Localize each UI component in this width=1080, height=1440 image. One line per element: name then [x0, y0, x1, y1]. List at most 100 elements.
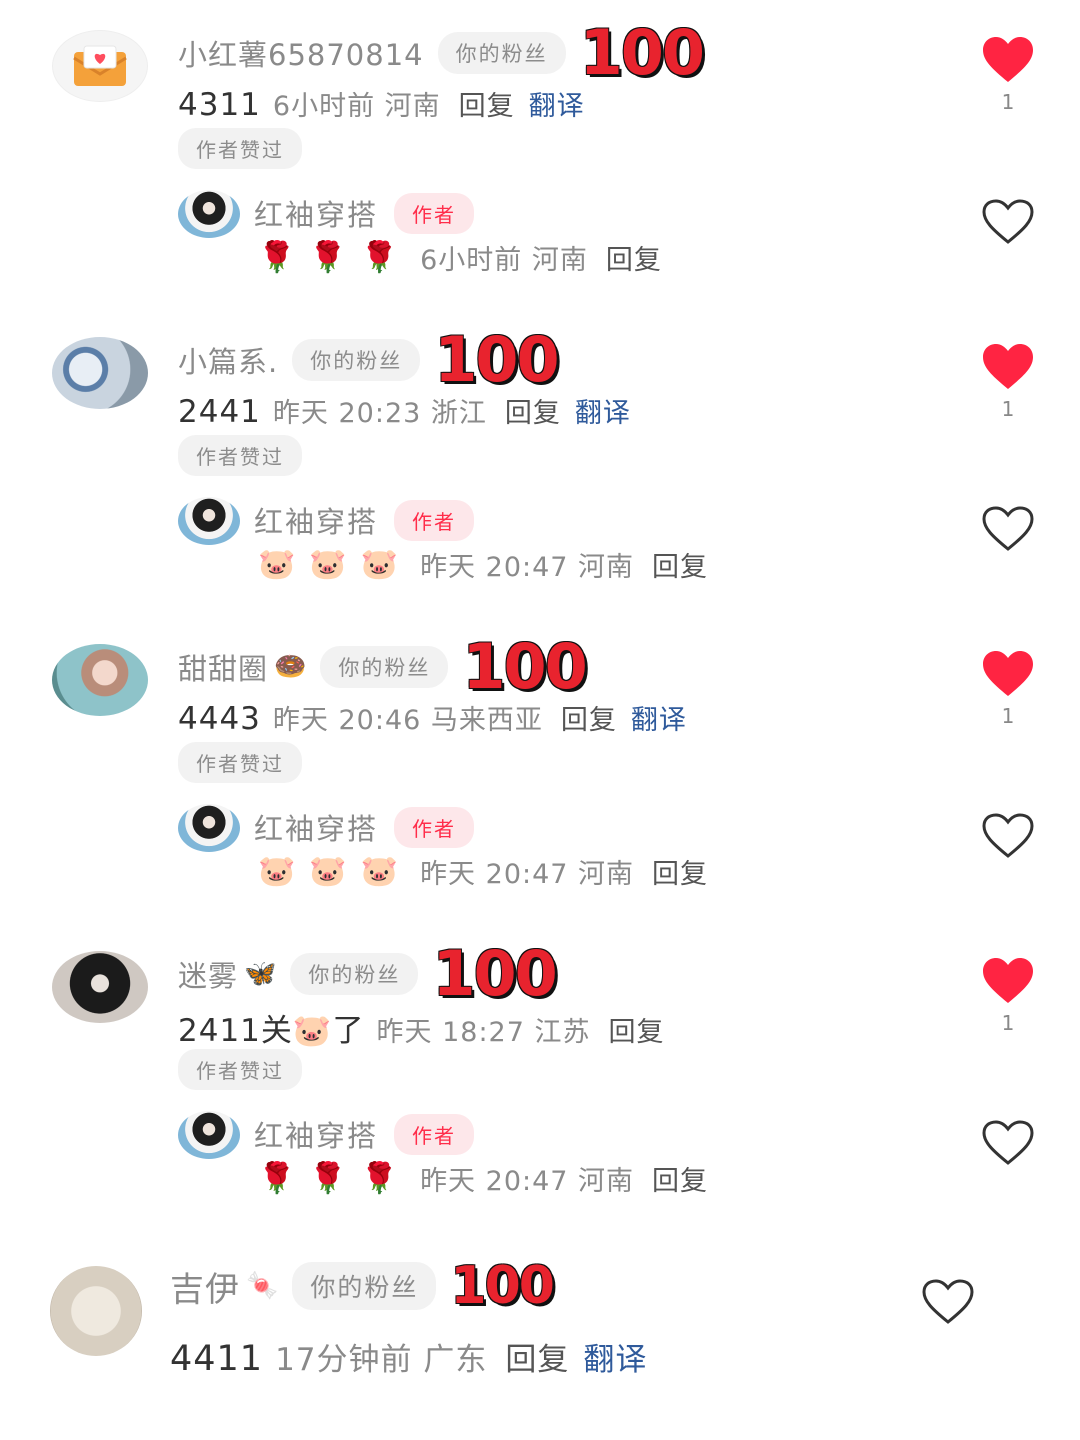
like-control[interactable]: 1: [978, 36, 1038, 114]
heart-filled-icon[interactable]: [981, 343, 1035, 391]
heart-outline-icon[interactable]: [981, 505, 1035, 553]
author-badge: 作者: [394, 806, 475, 848]
translate-button[interactable]: 翻译: [583, 1334, 647, 1379]
donut-icon: 🍩: [274, 652, 307, 682]
fan-badge: 你的粉丝: [437, 32, 566, 74]
username[interactable]: 甜甜圈: [178, 646, 268, 688]
reply-button[interactable]: 回复: [652, 852, 708, 891]
like-count: 1: [1001, 704, 1015, 728]
like-control[interactable]: [978, 812, 1038, 860]
reply-button[interactable]: 回复: [459, 84, 515, 123]
avatar[interactable]: [52, 337, 148, 409]
reply-text: 🌹🌹🌹: [258, 1161, 413, 1196]
score-overlay: 100: [432, 937, 557, 1010]
heart-outline-icon[interactable]: [921, 1278, 975, 1326]
reply-username[interactable]: 红袖穿搭: [254, 499, 378, 541]
username[interactable]: 吉伊: [170, 1262, 240, 1311]
heart-outline-icon[interactable]: [981, 812, 1035, 860]
reply-username[interactable]: 红袖穿搭: [254, 192, 378, 234]
reply-button[interactable]: 回复: [505, 391, 561, 430]
like-control[interactable]: 1: [978, 650, 1038, 728]
username[interactable]: 小篇系.: [178, 339, 278, 381]
avatar[interactable]: [52, 951, 148, 1023]
like-count: 1: [1001, 397, 1015, 421]
score-overlay: 100: [434, 323, 559, 396]
author-badge: 作者: [394, 499, 475, 541]
comment-header: 甜甜圈 🍩 你的粉丝 100: [178, 636, 588, 698]
comment-header: 小篇系. 你的粉丝 100: [178, 323, 560, 396]
score-overlay: 100: [450, 1256, 555, 1316]
heart-outline-icon[interactable]: [981, 1119, 1035, 1167]
reply-meta: 🌹🌹🌹 昨天 20:47 河南 回复: [258, 1159, 708, 1198]
reply-header: 红袖穿搭 作者: [254, 1113, 475, 1155]
candy-icon: 🍬: [246, 1271, 279, 1301]
author-badge: 作者: [394, 192, 475, 234]
avatar[interactable]: [50, 1266, 142, 1356]
like-count: 1: [1001, 1011, 1015, 1035]
translate-button[interactable]: 翻译: [631, 698, 687, 737]
comment-meta: 4411 17分钟前 广东 回复 翻译: [170, 1334, 647, 1379]
like-control[interactable]: [978, 198, 1038, 246]
reply-button[interactable]: 回复: [652, 545, 708, 584]
reply-avatar[interactable]: [178, 497, 240, 545]
timestamp-location: 6小时前 河南: [272, 91, 441, 122]
comment-header: 吉伊 🍬 你的粉丝 100: [170, 1256, 555, 1316]
reply-button[interactable]: 回复: [608, 1010, 664, 1049]
comment-text: 4311: [178, 87, 261, 123]
fan-badge: 你的粉丝: [292, 1262, 437, 1310]
score-overlay: 100: [579, 16, 705, 89]
timestamp-location: 昨天 20:46 马来西亚: [272, 705, 543, 736]
heart-outline-icon[interactable]: [981, 198, 1035, 246]
heart-filled-icon[interactable]: [981, 36, 1035, 84]
reply-avatar[interactable]: [178, 1111, 240, 1159]
reply-header: 红袖穿搭 作者: [254, 192, 475, 234]
timestamp-location: 昨天 20:47 河南: [420, 1166, 635, 1197]
reply-text: 🐷🐷🐷: [258, 854, 413, 889]
comment-text: 2411关🐷了: [178, 1013, 365, 1049]
author-liked-tag: 作者赞过: [178, 742, 302, 783]
translate-button[interactable]: 翻译: [529, 84, 585, 123]
comment-meta: 2411关🐷了 昨天 18:27 江苏 回复: [178, 1005, 664, 1050]
reply-button[interactable]: 回复: [652, 1159, 708, 1198]
heart-filled-icon[interactable]: [981, 650, 1035, 698]
like-count: 1: [1001, 90, 1015, 114]
comment-text: 2441: [178, 394, 261, 430]
like-control[interactable]: [978, 505, 1038, 553]
timestamp-location: 6小时前 河南: [420, 245, 588, 276]
comment-header: 小红薯65870814 你的粉丝 100: [178, 16, 705, 89]
username[interactable]: 小红薯65870814: [178, 32, 424, 74]
heart-filled-icon[interactable]: [981, 957, 1035, 1005]
like-control[interactable]: 1: [978, 343, 1038, 421]
butterfly-icon: 🦋: [244, 959, 277, 989]
comment-meta: 4443 昨天 20:46 马来西亚 回复 翻译: [178, 698, 687, 737]
reply-text: 🌹🌹🌹: [258, 240, 413, 275]
reply-meta: 🐷🐷🐷 昨天 20:47 河南 回复: [258, 852, 708, 891]
username[interactable]: 迷雾: [178, 953, 238, 995]
reply-avatar[interactable]: [178, 804, 240, 852]
reply-button[interactable]: 回复: [505, 1334, 569, 1379]
reply-header: 红袖穿搭 作者: [254, 499, 475, 541]
timestamp-location: 昨天 20:23 浙江: [272, 398, 487, 429]
translate-button[interactable]: 翻译: [575, 391, 631, 430]
avatar[interactable]: [52, 644, 148, 716]
author-liked-tag: 作者赞过: [178, 1049, 302, 1090]
comment-meta: 4311 6小时前 河南 回复 翻译: [178, 84, 585, 123]
reply-username[interactable]: 红袖穿搭: [254, 806, 378, 848]
like-control[interactable]: 1: [978, 957, 1038, 1035]
fan-badge: 你的粉丝: [292, 339, 421, 381]
like-control[interactable]: [978, 1119, 1038, 1167]
like-control[interactable]: [918, 1278, 978, 1326]
avatar[interactable]: [52, 30, 148, 102]
reply-username[interactable]: 红袖穿搭: [254, 1113, 378, 1155]
reply-text: 🐷🐷🐷: [258, 547, 413, 582]
reply-button[interactable]: 回复: [561, 698, 617, 737]
reply-header: 红袖穿搭 作者: [254, 806, 475, 848]
fan-badge: 你的粉丝: [290, 953, 419, 995]
timestamp-location: 昨天 20:47 河南: [420, 859, 635, 890]
reply-button[interactable]: 回复: [606, 238, 662, 277]
reply-meta: 🐷🐷🐷 昨天 20:47 河南 回复: [258, 545, 708, 584]
author-liked-tag: 作者赞过: [178, 435, 302, 476]
fan-badge: 你的粉丝: [320, 646, 449, 688]
reply-avatar[interactable]: [178, 190, 240, 238]
comment-meta: 2441 昨天 20:23 浙江 回复 翻译: [178, 391, 631, 430]
